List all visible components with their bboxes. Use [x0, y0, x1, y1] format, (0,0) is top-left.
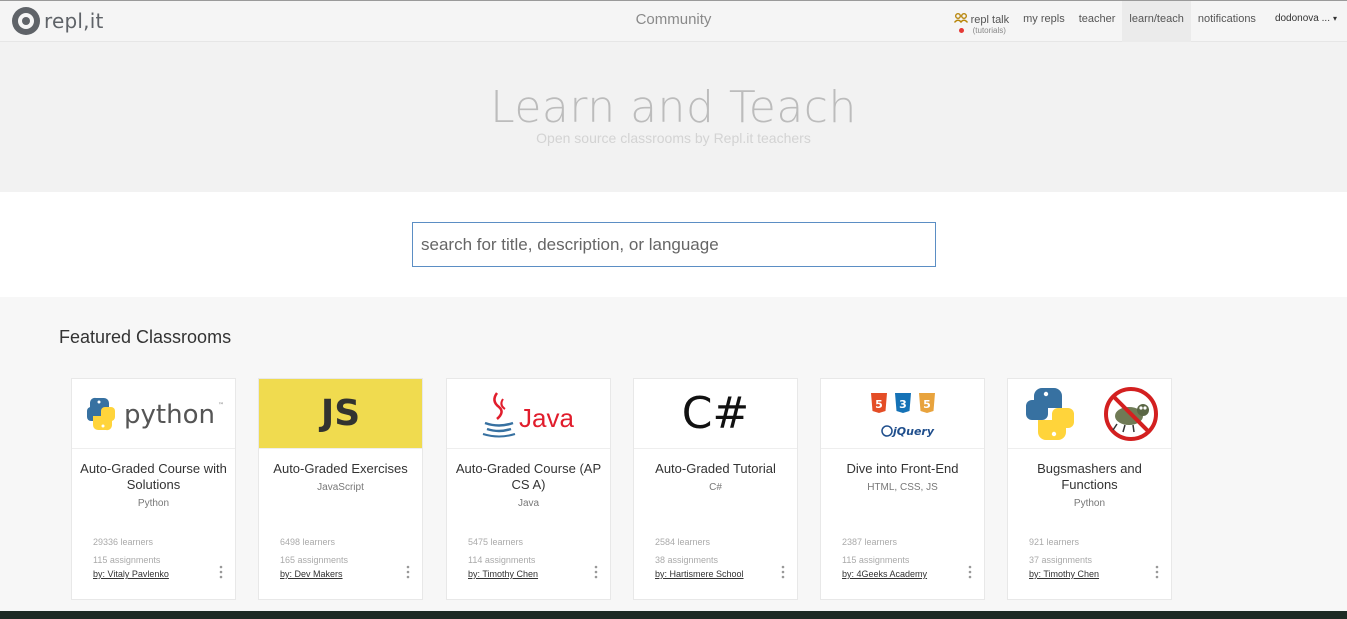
classroom-card[interactable]: Java Auto-Graded Course (AP CS A) Java 5… [446, 378, 611, 600]
card-learners: 2387 learners [842, 537, 898, 547]
card-author-link[interactable]: by: Vitaly Pavlenko [93, 569, 169, 579]
card-title: Bugsmashers and Functions [1037, 461, 1142, 492]
card-stats: 6498 learners 165 assignments [280, 533, 348, 569]
featured-title: Featured Classrooms [59, 327, 232, 347]
card-title: Dive into Front-End [846, 461, 959, 476]
username: dodonova ... [1274, 13, 1330, 24]
caret-down-icon: ▾ [1332, 14, 1337, 23]
classroom-card[interactable]: 5 3 5 jQuery Dive into Front-End HTML, C… [820, 378, 985, 600]
more-vertical-icon[interactable] [781, 565, 785, 579]
card-author-link[interactable]: by: Timothy Chen [1029, 569, 1099, 579]
classroom-card[interactable]: JS Auto-Graded Exercises JavaScript 6498… [258, 378, 423, 600]
classroom-card[interactable]: python ™ Auto-Graded Course with Solutio… [71, 378, 236, 600]
card-stats: 5475 learners 114 assignments [468, 533, 535, 569]
nav-community[interactable]: Community [600, 11, 747, 28]
card-language: Python [1073, 498, 1106, 509]
page-title: Learn and Teach [490, 82, 857, 133]
card-learners: 5475 learners [468, 537, 524, 547]
replit-logo-icon [12, 7, 40, 35]
repl-talk-sub: (tutorials) [972, 26, 1006, 35]
card-language: Python [137, 498, 170, 509]
nav-links: repl talk (tutorials) my repls teacher l… [948, 1, 1347, 42]
card-assignments: 165 assignments [280, 555, 349, 565]
nav-notifications[interactable]: notifications [1191, 1, 1263, 42]
card-assignments: 114 assignments [468, 555, 536, 565]
card-author-link[interactable]: by: Hartismere School [655, 569, 744, 579]
card-language: HTML, CSS, JS [867, 482, 938, 493]
notification-dot [958, 28, 964, 33]
java-logo: Java [447, 379, 610, 449]
more-vertical-icon[interactable] [1155, 565, 1159, 579]
classroom-card[interactable]: Bugsmashers and Functions Python 921 lea… [1007, 378, 1172, 600]
card-stats: 2387 learners 115 assignments [842, 533, 909, 569]
card-assignments: 115 assignments [842, 555, 910, 565]
footer-strip [0, 611, 1347, 619]
css3-icon: 3 [899, 398, 907, 411]
card-stats: 29336 learners 115 assignments [93, 533, 160, 569]
frontend-logo: 5 3 5 jQuery [821, 379, 984, 449]
nav-repl-talk[interactable]: repl talk (tutorials) [948, 1, 1017, 35]
classroom-card[interactable]: C# Auto-Graded Tutorial C# 2584 learners… [633, 378, 798, 600]
card-title: Auto-Graded Course (AP CS A) [455, 461, 602, 492]
card-language: Java [517, 498, 540, 509]
card-learners: 6498 learners [280, 537, 336, 547]
card-learners: 2584 learners [655, 537, 711, 547]
card-author-link[interactable]: by: 4Geeks Academy [842, 569, 927, 579]
card-language: JavaScript [317, 482, 364, 493]
card-assignments: 115 assignments [93, 555, 161, 565]
csharp-logo: C# [634, 379, 797, 449]
featured-section: Featured Classrooms python ™ Auto-Graded… [0, 297, 1347, 613]
card-stats: 2584 learners 38 assignments [655, 533, 718, 569]
logo-text: repl,it [44, 9, 104, 33]
js-badge-icon: 5 [923, 398, 931, 411]
jquery-wordmark: jQuery [891, 425, 935, 438]
more-vertical-icon[interactable] [968, 565, 972, 579]
python-snake-icon [1025, 387, 1074, 440]
more-vertical-icon[interactable] [219, 565, 223, 579]
card-title: Auto-Graded Tutorial [655, 461, 776, 476]
card-stats: 921 learners 37 assignments [1029, 533, 1092, 569]
more-vertical-icon[interactable] [594, 565, 598, 579]
nav-my-repls[interactable]: my repls [1016, 1, 1072, 42]
replit-logo[interactable]: repl,it [12, 7, 104, 35]
python-logo: python ™ [72, 379, 235, 449]
no-bugs-icon [1104, 386, 1159, 441]
javascript-logo: JS [259, 379, 422, 449]
hero: Learn and Teach Open source classrooms b… [0, 42, 1347, 192]
more-vertical-icon[interactable] [406, 565, 410, 579]
nav-teacher[interactable]: teacher [1072, 1, 1123, 42]
card-learners: 29336 learners [93, 537, 154, 547]
card-assignments: 37 assignments [1029, 555, 1093, 565]
card-author-link[interactable]: by: Timothy Chen [468, 569, 538, 579]
html5-icon: 5 [875, 398, 883, 411]
js-logo-text: JS [320, 393, 361, 434]
card-learners: 921 learners [1029, 537, 1080, 547]
java-wordmark: Java [519, 403, 574, 433]
card-title: Auto-Graded Exercises [273, 461, 408, 476]
python-wordmark: python [124, 400, 215, 430]
card-title: Auto-Graded Course with Solutions [80, 461, 227, 492]
card-language: C# [709, 482, 722, 493]
card-assignments: 38 assignments [655, 555, 719, 565]
bugsmashers-logo [1008, 379, 1171, 449]
nav-learn-teach[interactable]: learn/teach [1122, 1, 1191, 42]
card-author-link[interactable]: by: Dev Makers [280, 569, 343, 579]
page-subtitle: Open source classrooms by Repl.it teache… [536, 130, 811, 146]
csharp-logo-text: C# [681, 388, 750, 439]
people-icon [953, 13, 968, 26]
repl-talk-label: repl talk [970, 13, 1010, 26]
search-band [0, 192, 1347, 297]
top-nav: repl,it Community repl talk (tutorials) … [0, 0, 1347, 42]
user-menu[interactable]: dodonova ... ▾ [1263, 1, 1347, 24]
search-input[interactable] [412, 222, 936, 267]
trademark-symbol: ™ [218, 402, 224, 409]
